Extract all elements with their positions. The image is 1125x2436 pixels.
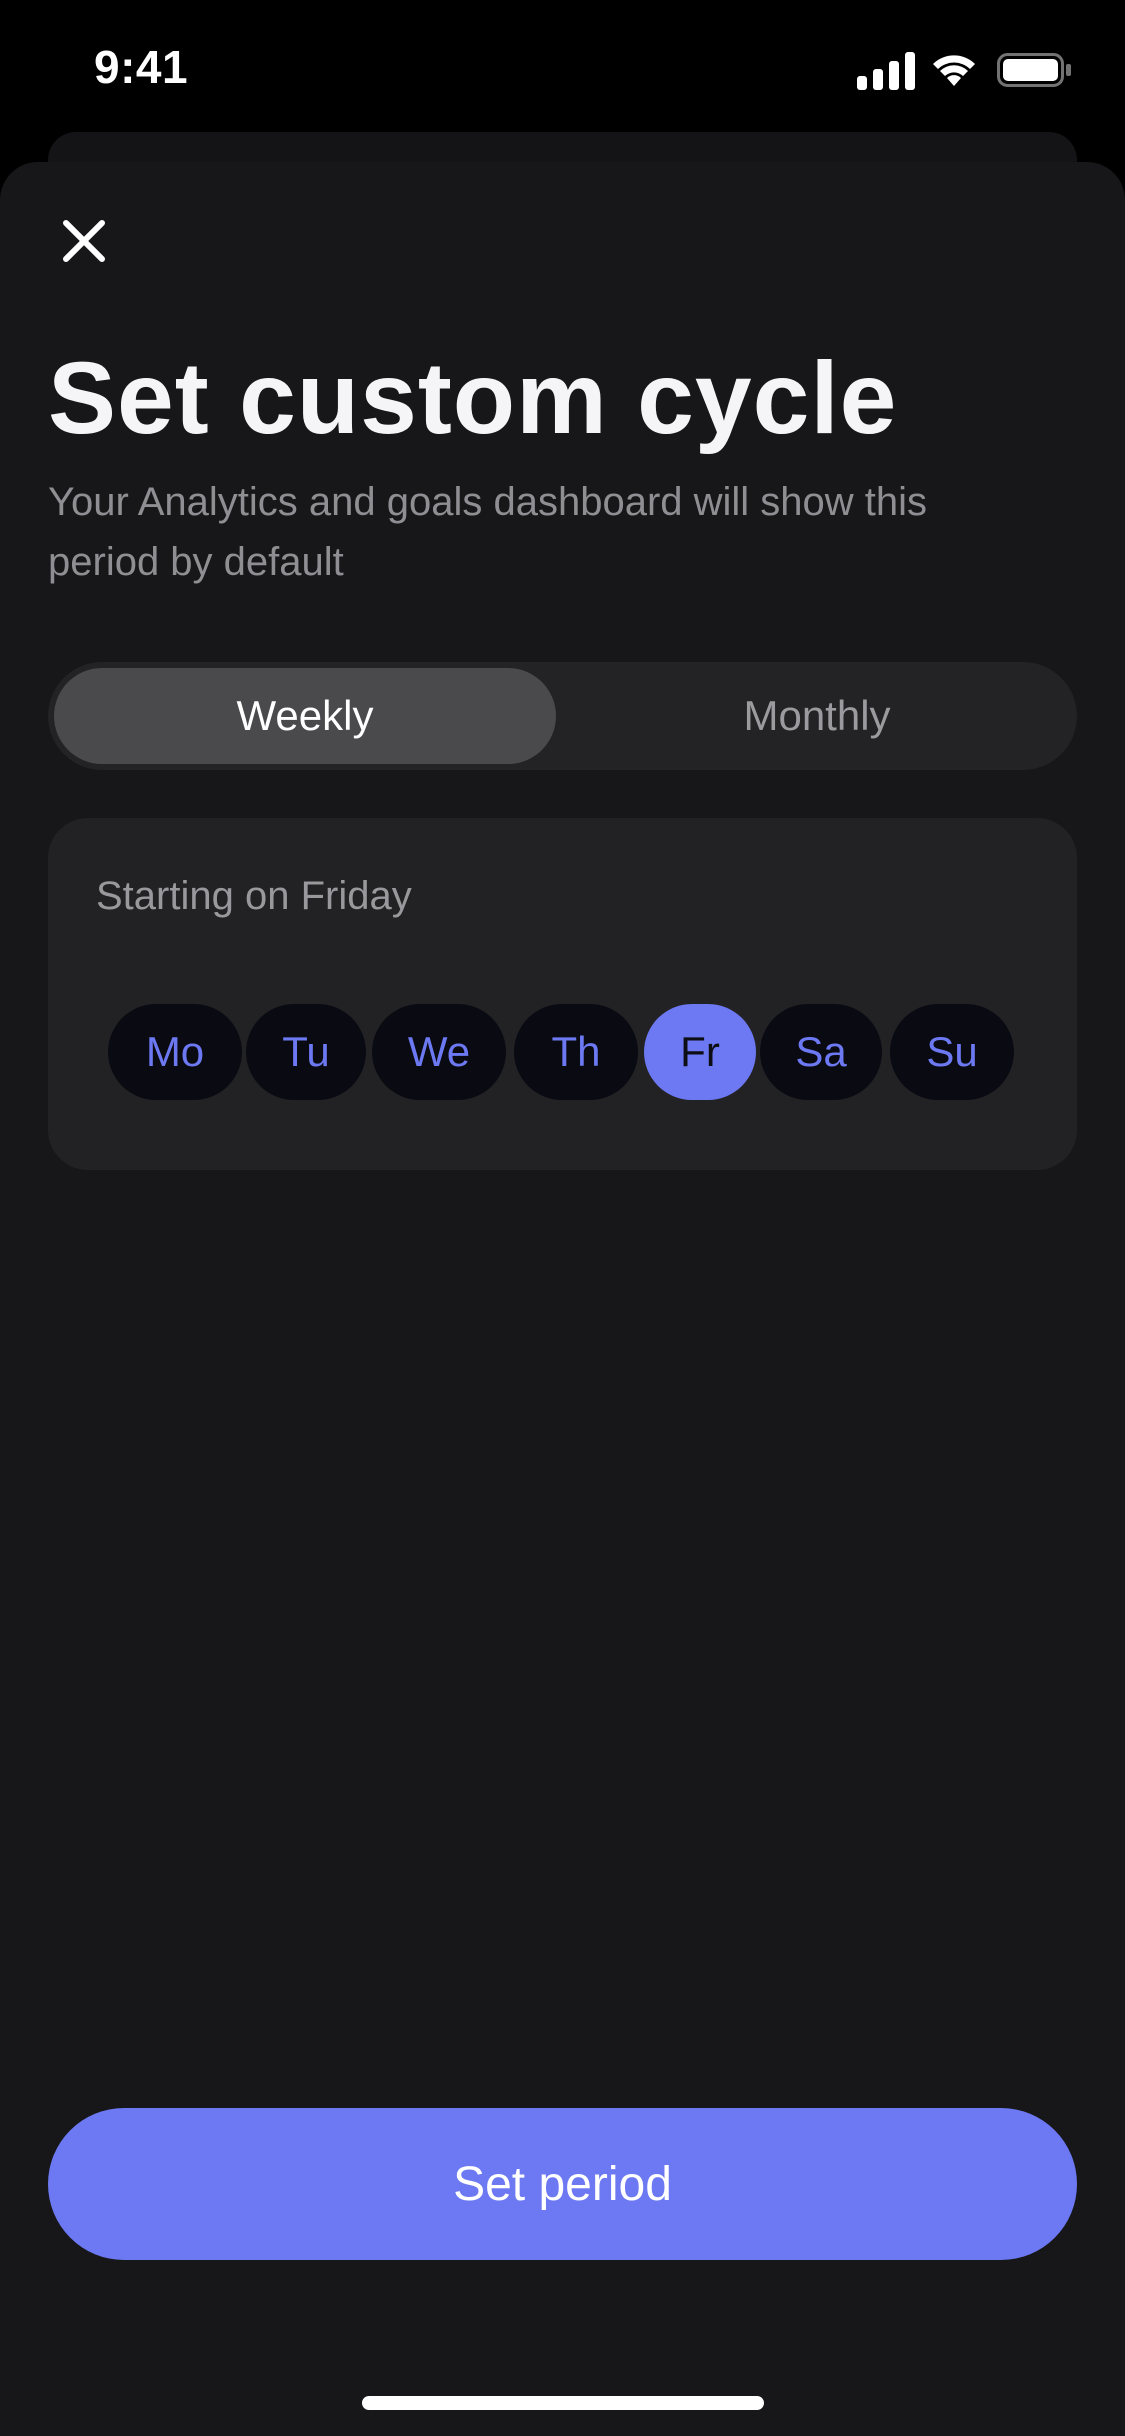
close-button[interactable] [48, 205, 120, 277]
day-option-friday[interactable]: Fr [644, 1004, 756, 1100]
battery-icon [997, 53, 1071, 87]
wifi-icon [933, 55, 975, 86]
day-option-sunday[interactable]: Su [890, 1004, 1014, 1100]
status-icons [827, 50, 1077, 90]
page-subtitle: Your Analytics and goals dashboard will … [48, 480, 928, 584]
tab-weekly[interactable]: Weekly [54, 668, 556, 764]
day-option-thursday[interactable]: Th [514, 1004, 638, 1100]
close-icon [63, 220, 105, 262]
home-indicator [362, 2396, 764, 2410]
status-bar: 9:41 [0, 0, 1125, 132]
tab-monthly[interactable]: Monthly [566, 668, 1068, 764]
day-option-saturday[interactable]: Sa [760, 1004, 882, 1100]
page-title: Set custom cycle [48, 341, 898, 455]
day-option-tuesday[interactable]: Tu [246, 1004, 366, 1100]
cellular-signal-icon [857, 52, 915, 90]
period-toggle: Weekly Monthly [48, 662, 1077, 770]
day-option-wednesday[interactable]: We [372, 1004, 506, 1100]
set-period-button[interactable]: Set period [48, 2108, 1077, 2260]
status-time: 9:41 [94, 41, 189, 93]
start-day-label: Starting on Friday [96, 874, 412, 918]
day-picker-card: Starting on Friday Mo Tu We Th Fr Sa Su [48, 818, 1077, 1170]
day-option-monday[interactable]: Mo [108, 1004, 242, 1100]
